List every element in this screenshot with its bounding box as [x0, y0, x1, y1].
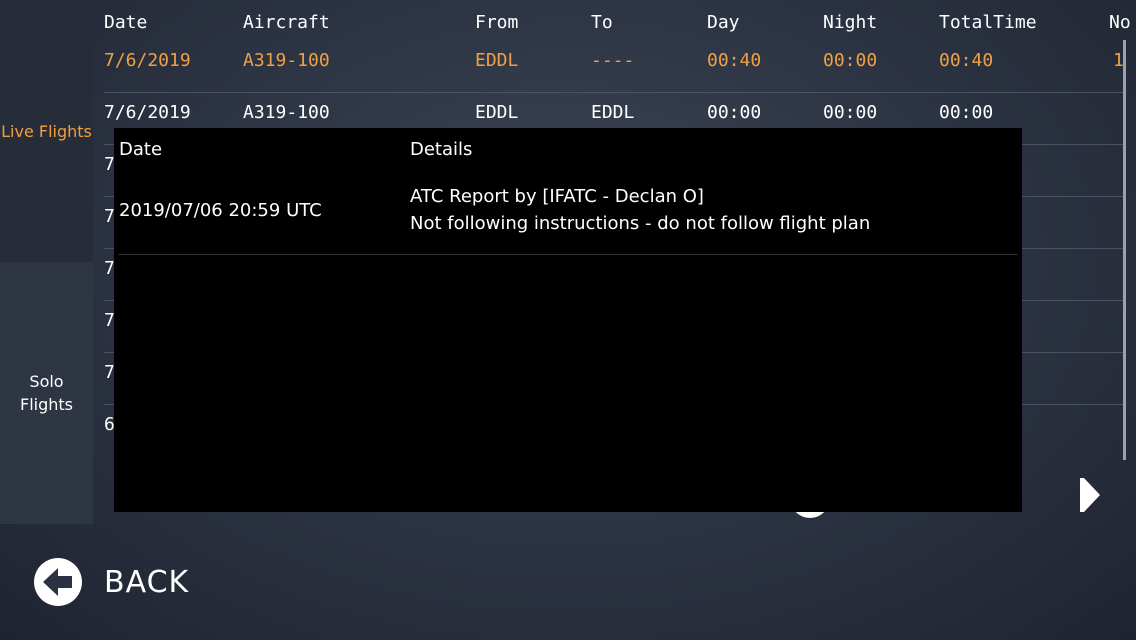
cell-aircraft: A319-100: [243, 102, 330, 123]
arrow-left-circle-icon: [34, 558, 82, 606]
cell-total: 00:00: [939, 102, 994, 123]
col-aircraft: Aircraft: [243, 12, 330, 33]
tab-live-flights-label: Live Flights: [1, 121, 92, 141]
modal-header-details: Details: [410, 139, 473, 160]
table-scrollbar[interactable]: [1123, 40, 1126, 460]
cell-from: EDDL: [475, 50, 519, 71]
report-date: 2019/07/06 20:59 UTC: [119, 200, 322, 221]
cell-to: EDDL: [591, 102, 635, 123]
col-date: Date: [104, 12, 148, 33]
cell-total: 00:40: [939, 50, 994, 71]
report-details-line1: ATC Report by [IFATC - Declan O]: [410, 186, 704, 207]
back-button[interactable]: BACK: [34, 558, 189, 606]
tab-live-flights[interactable]: Live Flights: [0, 0, 93, 262]
col-to: To: [591, 12, 613, 33]
cell-day: 00:00: [707, 102, 762, 123]
cell-date: 7/6/2019: [104, 50, 191, 71]
cell-night: 00:00: [823, 50, 878, 71]
cell-aircraft: A319-100: [243, 50, 330, 71]
tab-solo-flights-label: Solo Flights: [20, 372, 73, 414]
modal-divider: [118, 254, 1018, 255]
col-day: Day: [707, 12, 740, 33]
cell-day: 00:40: [707, 50, 762, 71]
cell-from: EDDL: [475, 102, 519, 123]
col-totaltime: TotalTime: [939, 12, 1037, 33]
cell-night: 00:00: [823, 102, 878, 123]
back-label: BACK: [104, 564, 190, 600]
table-row[interactable]: 7/6/2019 A319-100 EDDL ---- 00:40 00:00 …: [104, 40, 1124, 93]
report-details-line2: Not following instructions - do not foll…: [410, 213, 871, 234]
next-page-button[interactable]: [1080, 478, 1102, 512]
triangle-right-icon: [1080, 478, 1100, 512]
col-from: From: [475, 12, 519, 33]
tab-solo-flights[interactable]: Solo Flights: [0, 262, 93, 524]
sidebar: Live Flights Solo Flights: [0, 0, 93, 524]
atc-report-modal[interactable]: Date Details 2019/07/06 20:59 UTC ATC Re…: [114, 128, 1022, 512]
cell-to: ----: [591, 50, 635, 71]
col-night: Night: [823, 12, 878, 33]
modal-header-date: Date: [119, 139, 163, 160]
cell-date: 7/6/2019: [104, 102, 191, 123]
col-no: No: [1109, 12, 1131, 33]
